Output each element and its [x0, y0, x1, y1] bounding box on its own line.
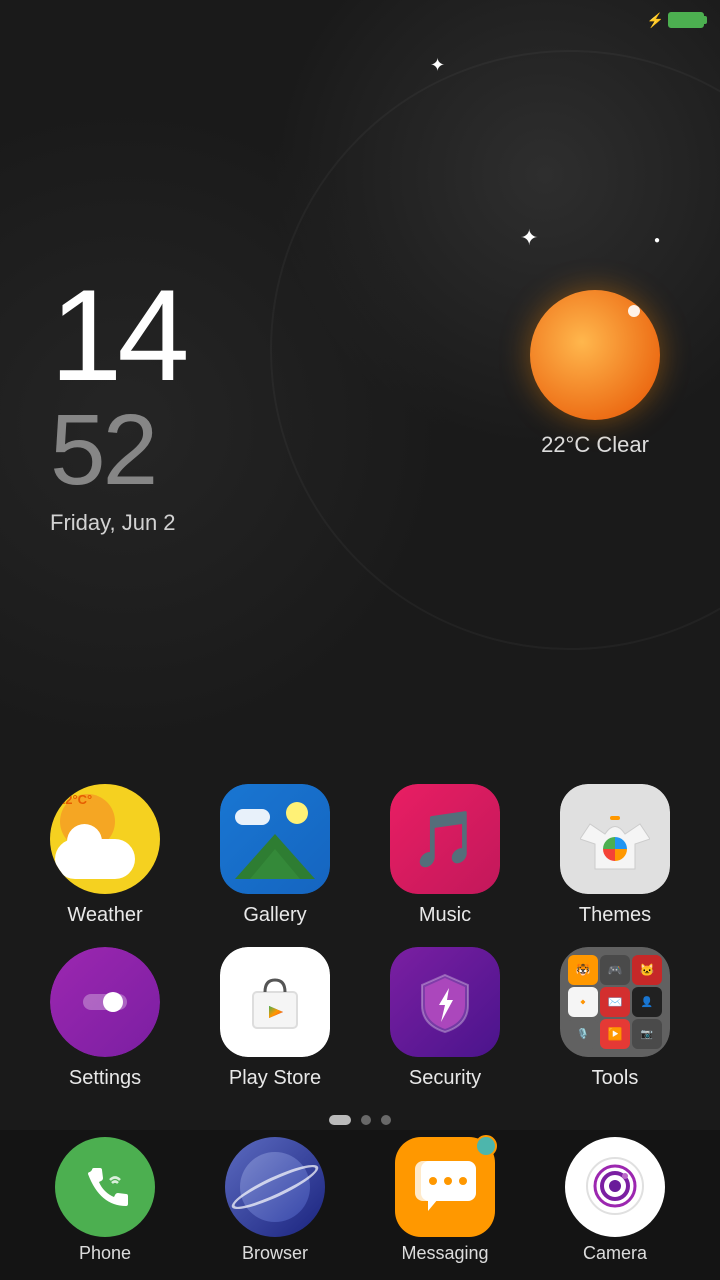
app-grid: 22°C° Weather Gallery	[0, 784, 720, 1110]
star-2: ✦	[520, 225, 538, 251]
star-3: ●	[654, 235, 660, 246]
app-tools-label: Tools	[592, 1067, 639, 1090]
battery-bar	[668, 12, 704, 28]
gallery-cloud-shape	[235, 809, 270, 825]
app-gallery[interactable]: Gallery	[200, 784, 350, 927]
messaging-icon	[395, 1137, 495, 1237]
camera-icon	[565, 1137, 665, 1237]
dock-messaging[interactable]: Messaging	[395, 1137, 495, 1264]
app-music-label: Music	[419, 904, 471, 927]
charging-icon: ⚡	[647, 12, 664, 29]
settings-icon-svg	[75, 972, 135, 1032]
homescreen: ✦ ✦ ● ⚡ 14 52 Friday, Jun 2 22°C Clear	[0, 0, 720, 1280]
clock-widget: 14 52 Friday, Jun 2	[50, 270, 185, 536]
app-music[interactable]: 🎵 Music	[370, 784, 520, 927]
app-tools[interactable]: 🐯 🎮 🐱 🔸 ✉️ 👤 🎙️ ▶️ 📷 Tools	[540, 947, 690, 1090]
weather-widget: 22°C Clear	[530, 290, 660, 458]
app-row-2: Settings	[20, 947, 700, 1090]
clock-hour: 14	[50, 270, 185, 400]
camera-svg	[583, 1154, 648, 1219]
page-indicators	[329, 1115, 391, 1125]
battery-indicator: ⚡	[647, 12, 704, 29]
app-weather-label: Weather	[67, 904, 142, 927]
app-themes[interactable]: Themes	[540, 784, 690, 927]
star-1: ✦	[430, 55, 445, 76]
weather-temperature: 22°C Clear	[541, 432, 649, 458]
dock-phone[interactable]: Phone	[55, 1137, 155, 1264]
phone-icon	[55, 1137, 155, 1237]
dock-browser-label: Browser	[242, 1243, 308, 1264]
page-dot-3[interactable]	[381, 1115, 391, 1125]
status-bar: ⚡	[0, 0, 720, 40]
themes-shirt-svg	[580, 804, 650, 874]
dock: Phone Browser	[0, 1130, 720, 1280]
gallery-sun-shape	[286, 802, 308, 824]
music-note-icon: 🎵	[411, 807, 479, 872]
playstore-icon-svg	[245, 972, 305, 1032]
app-weather[interactable]: 22°C° Weather	[30, 784, 180, 927]
dock-camera-label: Camera	[583, 1243, 647, 1264]
weather-sun-icon	[530, 290, 660, 420]
weather-badge: 22°C°	[58, 792, 92, 807]
messaging-svg	[413, 1159, 478, 1214]
dock-browser[interactable]: Browser	[225, 1137, 325, 1264]
app-settings-label: Settings	[69, 1067, 141, 1090]
app-security-label: Security	[409, 1067, 481, 1090]
dock-phone-label: Phone	[79, 1243, 131, 1264]
dock-camera[interactable]: Camera	[565, 1137, 665, 1264]
security-shield-svg	[413, 970, 478, 1035]
app-security[interactable]: Security	[370, 947, 520, 1090]
page-dot-1[interactable]	[329, 1115, 351, 1125]
phone-svg	[80, 1162, 130, 1212]
app-playstore[interactable]: Play Store	[200, 947, 350, 1090]
app-themes-label: Themes	[579, 904, 651, 927]
app-gallery-label: Gallery	[243, 904, 306, 927]
app-playstore-label: Play Store	[229, 1067, 321, 1090]
browser-icon	[225, 1137, 325, 1237]
gallery-mountain-svg	[235, 829, 315, 879]
page-dot-2[interactable]	[361, 1115, 371, 1125]
dock-messaging-label: Messaging	[401, 1243, 488, 1264]
clock-date: Friday, Jun 2	[50, 510, 185, 536]
weather-cloud-shape	[55, 839, 135, 879]
app-settings[interactable]: Settings	[30, 947, 180, 1090]
clock-minute: 52	[50, 400, 185, 500]
app-row-1: 22°C° Weather Gallery	[20, 784, 700, 927]
